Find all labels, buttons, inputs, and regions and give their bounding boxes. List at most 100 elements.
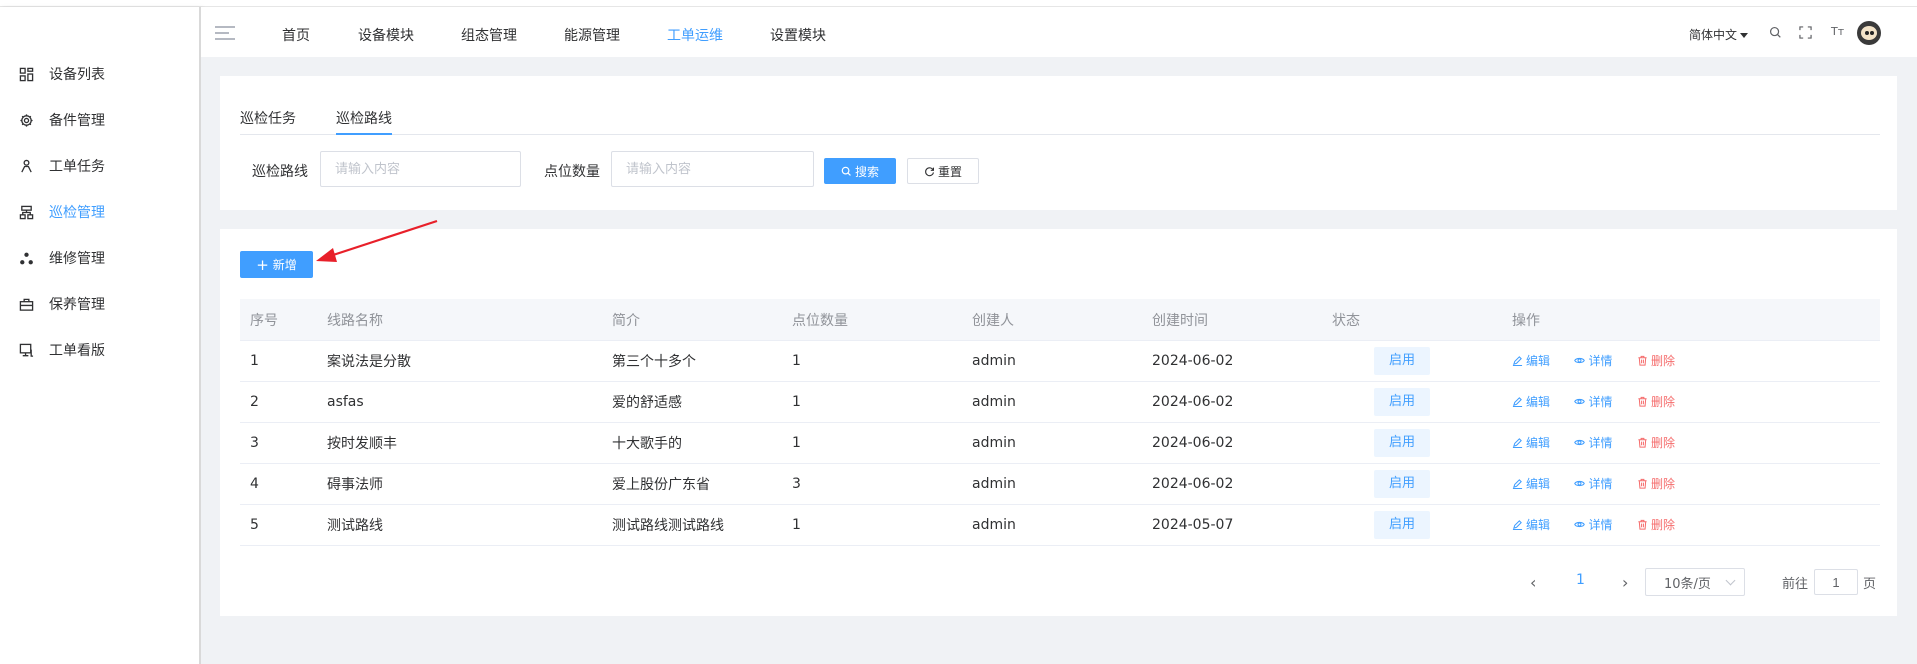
hierarchy-icon — [18, 204, 34, 220]
nodes-icon — [18, 250, 34, 266]
points-input[interactable] — [611, 151, 814, 187]
search-icon[interactable] — [1769, 26, 1783, 40]
cell-no: 3 — [250, 435, 259, 451]
sidebar-item-device-list[interactable]: 设备列表 — [18, 63, 105, 85]
table-header: 序号 线路名称 简介 点位数量 创建人 创建时间 状态 操作 — [240, 299, 1880, 341]
edit-button[interactable]: 编辑 — [1512, 516, 1550, 533]
prev-page-button[interactable]: ‹ — [1530, 573, 1536, 592]
cell-points: 1 — [792, 435, 801, 451]
font-size-icon[interactable]: Tт — [1831, 25, 1845, 39]
cell-actions: 编辑 详情 删除 — [1502, 393, 1880, 411]
toolbox-icon — [18, 296, 34, 312]
detail-button[interactable]: 详情 — [1574, 393, 1612, 410]
status-badge[interactable]: 启用 — [1374, 511, 1430, 539]
delete-button[interactable]: 删除 — [1637, 393, 1675, 410]
cell-name: asfas — [327, 394, 364, 410]
delete-button[interactable]: 删除 — [1637, 434, 1675, 451]
sidebar-item-spare-parts[interactable]: 备件管理 — [18, 109, 105, 131]
detail-button[interactable]: 详情 — [1574, 352, 1612, 369]
sidebar-item-label: 维修管理 — [49, 251, 105, 267]
table-row: 5 测试路线 测试路线测试路线 1 admin 2024-05-07 启用 编辑… — [240, 505, 1880, 546]
edit-label: 编辑 — [1526, 395, 1551, 409]
status-badge[interactable]: 启用 — [1374, 388, 1430, 416]
edit-button[interactable]: 编辑 — [1512, 352, 1550, 369]
edit-label: 编辑 — [1526, 477, 1551, 491]
cell-name: 测试路线 — [327, 518, 383, 534]
nav-home[interactable]: 首页 — [282, 25, 310, 45]
detail-label: 详情 — [1588, 354, 1613, 368]
trash-icon — [1638, 355, 1647, 366]
cell-intro: 爱上股份广东省 — [612, 477, 710, 493]
edit-icon — [1512, 520, 1523, 530]
sidebar-item-label: 备件管理 — [49, 113, 105, 129]
annotation-arrow — [316, 219, 438, 262]
nav-settings-module[interactable]: 设置模块 — [770, 25, 826, 45]
nav-device-module[interactable]: 设备模块 — [358, 25, 414, 45]
column-header: 简介 — [612, 312, 640, 329]
cell-creator: admin — [972, 353, 1016, 369]
sidebar-item-dashboard[interactable]: 工单看版 — [18, 339, 105, 361]
sidebar-item-upkeep[interactable]: 保养管理 — [18, 293, 105, 315]
edit-button[interactable]: 编辑 — [1512, 475, 1550, 492]
delete-button[interactable]: 删除 — [1637, 352, 1675, 369]
cell-created: 2024-06-02 — [1152, 476, 1234, 492]
status-badge[interactable]: 启用 — [1374, 429, 1430, 457]
sidebar-item-maintenance[interactable]: 维修管理 — [18, 247, 105, 269]
cell-created: 2024-05-07 — [1152, 517, 1234, 533]
nav-energy-management[interactable]: 能源管理 — [564, 25, 620, 45]
detail-button[interactable]: 详情 — [1574, 516, 1612, 533]
cell-points: 1 — [792, 517, 801, 533]
edit-icon — [1512, 479, 1523, 489]
page-number-current[interactable]: 1 — [1576, 572, 1585, 588]
refresh-icon — [925, 166, 934, 176]
edit-button[interactable]: 编辑 — [1512, 393, 1550, 410]
column-header: 点位数量 — [792, 312, 848, 329]
cell-status: 启用 — [1322, 470, 1502, 498]
trash-icon — [1638, 519, 1647, 530]
eye-icon — [1574, 357, 1586, 364]
edit-label: 编辑 — [1526, 436, 1551, 450]
hamburger-icon[interactable] — [215, 26, 235, 40]
goto-page-input[interactable] — [1814, 569, 1858, 595]
delete-button[interactable]: 删除 — [1637, 516, 1675, 533]
detail-button[interactable]: 详情 — [1574, 475, 1612, 492]
cell-status: 启用 — [1322, 429, 1502, 457]
sidebar-item-inspection[interactable]: 巡检管理 — [18, 201, 105, 223]
sidebar-item-work-orders[interactable]: 工单任务 — [18, 155, 105, 177]
cell-status: 启用 — [1322, 388, 1502, 416]
cell-no: 2 — [250, 394, 259, 410]
next-page-button[interactable]: › — [1622, 573, 1628, 592]
detail-button[interactable]: 详情 — [1574, 434, 1612, 451]
status-badge[interactable]: 启用 — [1374, 347, 1430, 375]
delete-button[interactable]: 删除 — [1637, 475, 1675, 492]
edit-button[interactable]: 编辑 — [1512, 434, 1550, 451]
reset-button[interactable]: 重置 — [907, 158, 979, 184]
avatar[interactable] — [1857, 21, 1881, 45]
route-label: 巡检路线 — [252, 164, 308, 180]
detail-label: 详情 — [1588, 477, 1613, 491]
status-badge[interactable]: 启用 — [1374, 470, 1430, 498]
search-button[interactable]: 搜索 — [824, 158, 896, 184]
cell-intro: 第三个十多个 — [612, 354, 696, 370]
delete-label: 删除 — [1650, 395, 1675, 409]
nav-config-management[interactable]: 组态管理 — [461, 25, 517, 45]
route-input[interactable] — [320, 151, 521, 187]
nav-work-order-ops[interactable]: 工单运维 — [667, 25, 723, 45]
cell-name: 按时发顺丰 — [327, 436, 397, 452]
column-header: 操作 — [1512, 312, 1540, 329]
tab-inspection-routes[interactable]: 巡检路线 — [336, 108, 392, 128]
tab-inspection-tasks[interactable]: 巡检任务 — [240, 108, 296, 128]
edit-label: 编辑 — [1526, 518, 1551, 532]
add-button[interactable]: + 新增 — [240, 251, 313, 278]
page-size-select[interactable]: 10条/页 — [1645, 568, 1745, 596]
column-header: 状态 — [1332, 312, 1360, 329]
cell-actions: 编辑 详情 删除 — [1502, 434, 1880, 452]
top-navbar: 首页 设备模块 组态管理 能源管理 工单运维 设置模块 简体中文 Tт — [201, 7, 1917, 57]
fullscreen-icon[interactable] — [1799, 26, 1813, 40]
cell-name: 碍事法师 — [327, 477, 383, 493]
sidebar-item-label: 工单任务 — [49, 159, 105, 175]
language-label: 简体中文 — [1689, 28, 1738, 42]
search-icon — [841, 166, 851, 176]
table-row: 4 碍事法师 爱上股份广东省 3 admin 2024-06-02 启用 编辑 … — [240, 464, 1880, 505]
language-select[interactable]: 简体中文 — [1689, 26, 1749, 43]
